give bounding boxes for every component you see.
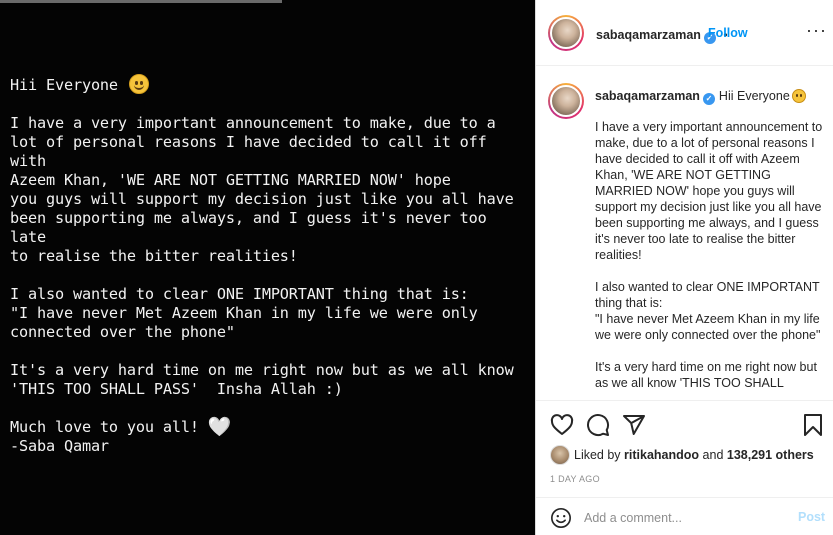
story-paragraph-3: It's a very hard time on me right now bu… bbox=[10, 361, 514, 398]
caption-paragraph-2a: I also wanted to clear ONE IMPORTANT thi… bbox=[595, 280, 820, 310]
post-actions: Liked by ritikahandoo and 138,291 others… bbox=[536, 400, 833, 535]
emoji-icon[interactable] bbox=[550, 507, 572, 529]
story-greeting: Hii Everyone bbox=[10, 74, 530, 95]
post-timestamp[interactable]: 1 DAY AGO bbox=[550, 474, 600, 484]
comment-bar: Post bbox=[536, 497, 833, 535]
more-options-icon[interactable]: ··· bbox=[806, 21, 827, 39]
comment-icon[interactable] bbox=[586, 413, 610, 437]
post-sidebar: sabaqamarzaman ✓ • Follow ··· sabaqamarza… bbox=[535, 0, 833, 535]
liker-username[interactable]: ritikahandoo bbox=[624, 448, 699, 462]
post-button[interactable]: Post bbox=[798, 510, 825, 524]
video-progress-strip bbox=[0, 0, 282, 3]
share-icon[interactable] bbox=[622, 413, 646, 437]
caption-area[interactable]: sabaqamarzaman ✓ Hii Everyone I have a ver… bbox=[536, 67, 833, 400]
comment-input[interactable] bbox=[584, 508, 784, 528]
liker-avatar[interactable] bbox=[550, 445, 570, 465]
post-image: Hii Everyone I have a very important ann… bbox=[0, 0, 535, 535]
white-heart-emoji-icon: 🤍 bbox=[207, 416, 232, 438]
smile-emoji-icon bbox=[791, 89, 806, 103]
story-paragraph-1: I have a very important announcement to … bbox=[10, 114, 514, 265]
likes-count[interactable]: 138,291 others bbox=[727, 448, 814, 462]
caption-paragraph-2b: "I have never Met Azeem Khan in my life … bbox=[595, 312, 821, 342]
story-paragraph-4: Much love to you all! 🤍 bbox=[10, 416, 232, 438]
story-text: Hii Everyone I have a very important ann… bbox=[10, 74, 530, 456]
verified-icon: ✓ bbox=[702, 93, 715, 105]
caption-paragraph-1: I have a very important announcement to … bbox=[595, 120, 823, 262]
likes-summary: Liked by ritikahandoo and 138,291 others bbox=[550, 445, 814, 465]
follow-button[interactable]: Follow bbox=[708, 26, 748, 40]
caption-avatar[interactable] bbox=[548, 83, 584, 119]
caption-first-line: sabaqamarzaman ✓ Hii Everyone bbox=[595, 89, 806, 105]
save-icon[interactable] bbox=[801, 413, 825, 437]
header-username[interactable]: sabaqamarzaman bbox=[596, 28, 701, 42]
caption-body: I have a very important announcement to … bbox=[595, 119, 823, 400]
avatar[interactable] bbox=[548, 15, 584, 51]
story-signoff: -Saba Qamar bbox=[10, 437, 109, 455]
smile-emoji-icon bbox=[128, 74, 149, 94]
post-header: sabaqamarzaman ✓ • Follow ··· bbox=[536, 0, 833, 66]
caption-paragraph-3: It's a very hard time on me right now bu… bbox=[595, 360, 817, 390]
story-paragraph-2: I also wanted to clear ONE IMPORTANT thi… bbox=[10, 285, 478, 341]
heart-icon[interactable] bbox=[550, 413, 574, 437]
caption-username[interactable]: sabaqamarzaman bbox=[595, 89, 700, 103]
